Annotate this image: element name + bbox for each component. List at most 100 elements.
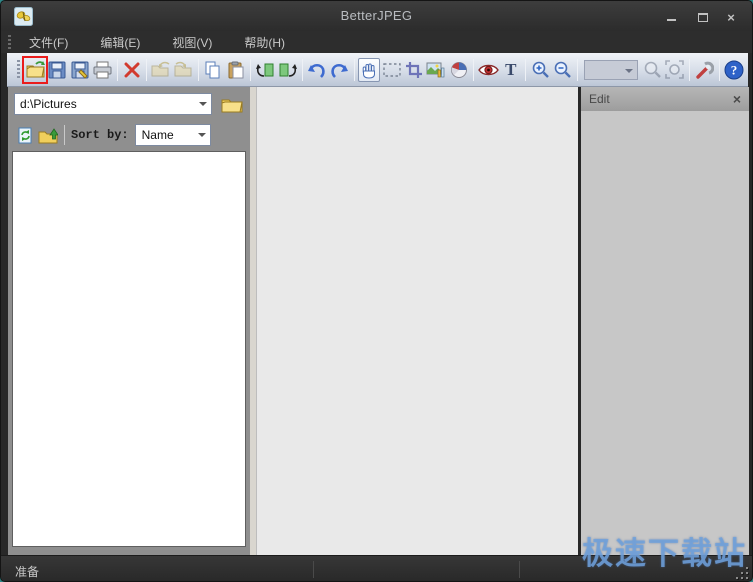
help-icon: ?	[724, 60, 744, 80]
svg-text:?: ?	[731, 62, 738, 77]
zoom-fit-icon	[665, 60, 684, 79]
print-button[interactable]	[91, 58, 113, 82]
undo-button[interactable]	[306, 58, 328, 82]
copy-to-folder-button[interactable]	[150, 58, 172, 82]
settings-button[interactable]	[693, 58, 715, 82]
toolbar-separator	[117, 59, 118, 81]
menu-bar: 文件(F) 编辑(E) 视图(V) 帮助(H)	[1, 31, 752, 53]
text-tool-button[interactable]: T	[500, 58, 522, 82]
toolbar-separator	[354, 59, 355, 81]
menu-file[interactable]: 文件(F)	[17, 31, 80, 54]
sort-by-combobox[interactable]: Name	[135, 124, 211, 146]
menu-help[interactable]: 帮助(H)	[232, 31, 297, 54]
redo-button[interactable]	[328, 58, 350, 82]
rotate-left-button[interactable]	[254, 58, 276, 82]
main-toolbar: T	[7, 53, 748, 87]
maximize-button[interactable]	[692, 9, 714, 25]
sort-by-value: Name	[136, 128, 194, 142]
marquee-select-icon	[382, 62, 402, 78]
edit-panel-close-button[interactable]: ×	[725, 87, 749, 111]
path-value: d:\Pictures	[15, 97, 195, 111]
statusbar-divider	[519, 561, 520, 578]
resample-button[interactable]	[425, 58, 447, 82]
refresh-icon	[18, 127, 33, 144]
copy-button[interactable]	[202, 58, 224, 82]
folder-icon	[221, 96, 243, 113]
maximize-icon	[698, 13, 708, 22]
toolbar-separator	[302, 59, 303, 81]
hand-tool-button[interactable]	[358, 58, 381, 82]
wrench-settings-icon	[694, 60, 714, 80]
path-combobox[interactable]: d:\Pictures	[14, 93, 212, 115]
file-list[interactable]	[12, 151, 246, 547]
chevron-down-icon	[625, 69, 633, 73]
refresh-button[interactable]	[14, 124, 36, 146]
app-window: BetterJPEG × 文件(F) 编辑(E) 视图(V) 帮助(H)	[0, 0, 753, 582]
toolbar-separator	[473, 59, 474, 81]
rotate-left-icon	[255, 60, 275, 79]
crop-icon	[405, 61, 423, 79]
red-eye-ball-icon	[450, 61, 468, 79]
edit-panel: Edit ×	[581, 87, 749, 555]
red-eye-icon	[478, 63, 499, 77]
folder-up-icon	[38, 127, 58, 144]
toolbar-separator	[146, 59, 147, 81]
toolbar-separator	[250, 59, 251, 81]
zoom-fit-button[interactable]	[664, 58, 686, 82]
sort-by-label: Sort by:	[71, 128, 129, 142]
zoom-level-combobox[interactable]	[584, 60, 638, 80]
menu-view[interactable]: 视图(V)	[160, 31, 224, 54]
image-view-area[interactable]	[256, 87, 578, 555]
red-eye-ball-button[interactable]	[448, 58, 470, 82]
toolbar-grip[interactable]	[17, 60, 20, 80]
browser-toolbar: Sort by: Name	[8, 121, 250, 149]
close-icon: ×	[733, 91, 741, 107]
zoom-actual-button[interactable]	[641, 58, 663, 82]
status-ready-text: 准备	[15, 563, 39, 580]
paste-button[interactable]	[224, 58, 246, 82]
rotate-right-button[interactable]	[276, 58, 298, 82]
copy-icon	[204, 61, 222, 79]
help-button[interactable]: ?	[723, 58, 745, 82]
zoom-in-icon	[531, 60, 550, 79]
resample-image-icon	[426, 61, 446, 78]
delete-button[interactable]	[121, 58, 143, 82]
status-bar: 准备	[1, 555, 752, 582]
move-to-folder-button[interactable]	[173, 58, 195, 82]
red-eye-removal-button[interactable]	[477, 58, 499, 82]
title-bar: BetterJPEG ×	[1, 1, 752, 31]
path-combo-dropdown[interactable]	[195, 94, 211, 114]
chevron-down-icon	[199, 102, 207, 106]
text-tool-icon: T	[505, 60, 516, 80]
zoom-out-icon	[553, 60, 572, 79]
window-title: BetterJPEG	[1, 8, 752, 23]
open-button[interactable]	[24, 58, 46, 82]
edit-panel-header: Edit ×	[581, 87, 749, 111]
save-as-button[interactable]	[69, 58, 91, 82]
copy-to-folder-icon	[151, 61, 171, 78]
select-tool-button[interactable]	[380, 58, 402, 82]
divider	[64, 125, 65, 145]
close-button[interactable]: ×	[720, 9, 742, 25]
crop-tool-button[interactable]	[403, 58, 425, 82]
zoom-in-button[interactable]	[529, 58, 551, 82]
browse-folder-button[interactable]	[218, 93, 246, 115]
minimize-icon	[667, 19, 676, 21]
toolbar-separator	[719, 59, 720, 81]
menu-edit[interactable]: 编辑(E)	[88, 31, 152, 54]
toolbar-separator	[689, 59, 690, 81]
zoom-actual-icon	[643, 60, 662, 79]
delete-icon	[123, 61, 141, 79]
save-icon	[48, 61, 66, 79]
up-folder-button[interactable]	[36, 124, 60, 146]
toolbar-separator	[525, 59, 526, 81]
move-to-folder-icon	[174, 61, 194, 78]
zoom-out-button[interactable]	[551, 58, 573, 82]
close-icon: ×	[727, 10, 735, 25]
undo-icon	[307, 61, 327, 79]
resize-grip[interactable]	[735, 566, 748, 579]
minimize-button[interactable]	[660, 9, 682, 25]
save-button[interactable]	[46, 58, 68, 82]
sort-combo-dropdown[interactable]	[194, 125, 210, 145]
menubar-grip[interactable]	[8, 35, 11, 49]
